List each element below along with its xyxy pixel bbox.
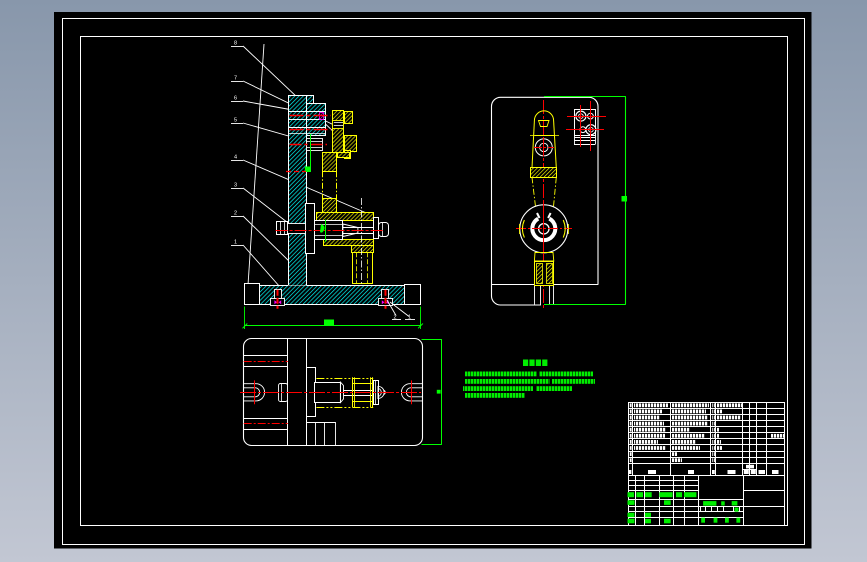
svg-text:4: 4 (234, 155, 237, 161)
svg-text:3: 3 (234, 183, 237, 189)
svg-text:2: 2 (394, 315, 397, 321)
svg-text:5: 5 (234, 118, 237, 124)
svg-text:1: 1 (234, 240, 237, 246)
svg-text:6: 6 (234, 96, 237, 102)
svg-text:7: 7 (234, 76, 237, 82)
svg-text:8: 8 (234, 41, 237, 47)
svg-text:1: 1 (408, 315, 411, 321)
svg-text:2: 2 (234, 211, 237, 217)
